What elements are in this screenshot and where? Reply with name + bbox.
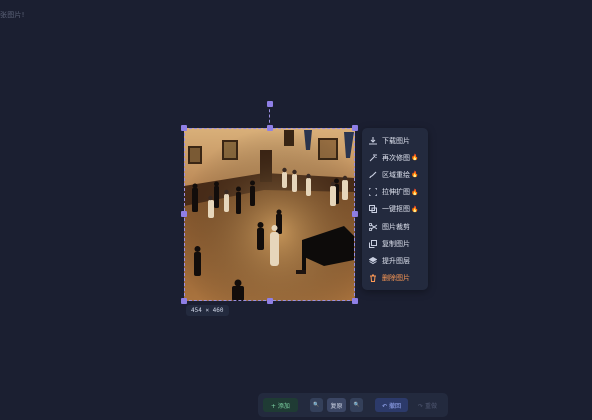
zoom-out-icon: 🔍 — [313, 402, 320, 408]
menu-item-copy[interactable]: 复制图片 — [362, 235, 428, 252]
header-label: 张图片! — [0, 11, 25, 19]
layers-icon — [369, 256, 377, 265]
selected-image[interactable] — [184, 128, 355, 301]
menu-item-label: 提升图层 — [382, 256, 410, 265]
menu-item-delete[interactable]: 删除图片 — [362, 270, 428, 287]
hot-icon: 🔥 — [411, 154, 419, 162]
scissors-icon — [369, 222, 377, 231]
resize-handle-bottom[interactable] — [267, 298, 273, 304]
menu-item-label: 再次修图 — [382, 153, 410, 162]
brush-icon — [369, 171, 377, 179]
reset-zoom-button[interactable]: 复原 — [326, 398, 346, 412]
menu-item-outpaint[interactable]: 拉伸扩图 🔥 — [362, 184, 428, 201]
menu-item-cutout[interactable]: 一键抠图 🔥 — [362, 201, 428, 218]
cutout-icon — [369, 205, 377, 214]
hot-icon: 🔥 — [411, 171, 419, 179]
menu-item-inpaint[interactable]: 区域重绘 🔥 — [362, 166, 428, 183]
menu-item-label: 下载图片 — [382, 136, 410, 145]
menu-item-crop[interactable]: 图片裁剪 — [362, 218, 428, 235]
download-icon — [369, 136, 377, 145]
trash-icon — [369, 274, 377, 283]
image-context-menu: 下载图片 再次修图 🔥 区域重绘 🔥 拉伸扩图 🔥 一键抠图 🔥 图片裁剪 复制… — [362, 128, 428, 290]
copy-icon — [369, 239, 377, 248]
menu-item-label: 复制图片 — [382, 239, 410, 248]
menu-item-label: 删除图片 — [382, 274, 410, 283]
magic-wand-icon — [369, 153, 377, 162]
resize-handle-top[interactable] — [267, 125, 273, 131]
resize-handle-bottom-left[interactable] — [181, 298, 187, 304]
resize-handle-left[interactable] — [181, 211, 187, 217]
menu-item-retouch[interactable]: 再次修图 🔥 — [362, 149, 428, 166]
menu-item-label: 一键抠图 — [382, 205, 410, 214]
bottom-toolbar: + 添加 🔍 复原 🔍 ↶ 撤回 ↷ 重做 — [258, 393, 448, 417]
zoom-out-button[interactable]: 🔍 — [309, 398, 323, 412]
rotate-handle[interactable] — [267, 101, 273, 107]
add-button[interactable]: + 添加 — [263, 398, 298, 412]
redo-button[interactable]: ↷ 重做 — [412, 398, 443, 412]
resize-handle-top-left[interactable] — [181, 125, 187, 131]
resize-handle-top-right[interactable] — [352, 125, 358, 131]
expand-icon — [369, 188, 377, 197]
ballroom-photo — [184, 128, 355, 301]
zoom-in-button[interactable]: 🔍 — [350, 398, 364, 412]
menu-item-bring-forward[interactable]: 提升图层 — [362, 252, 428, 269]
menu-item-download[interactable]: 下载图片 — [362, 132, 428, 149]
hot-icon: 🔥 — [411, 188, 419, 196]
hot-icon: 🔥 — [411, 205, 419, 213]
resize-handle-bottom-right[interactable] — [352, 298, 358, 304]
undo-button[interactable]: ↶ 撤回 — [375, 398, 409, 412]
menu-item-label: 图片裁剪 — [382, 222, 410, 231]
image-size-badge: 454 × 460 — [186, 305, 229, 316]
zoom-in-icon: 🔍 — [353, 402, 360, 408]
menu-item-label: 拉伸扩图 — [382, 188, 410, 197]
menu-item-label: 区域重绘 — [382, 170, 410, 179]
resize-handle-right[interactable] — [352, 211, 358, 217]
